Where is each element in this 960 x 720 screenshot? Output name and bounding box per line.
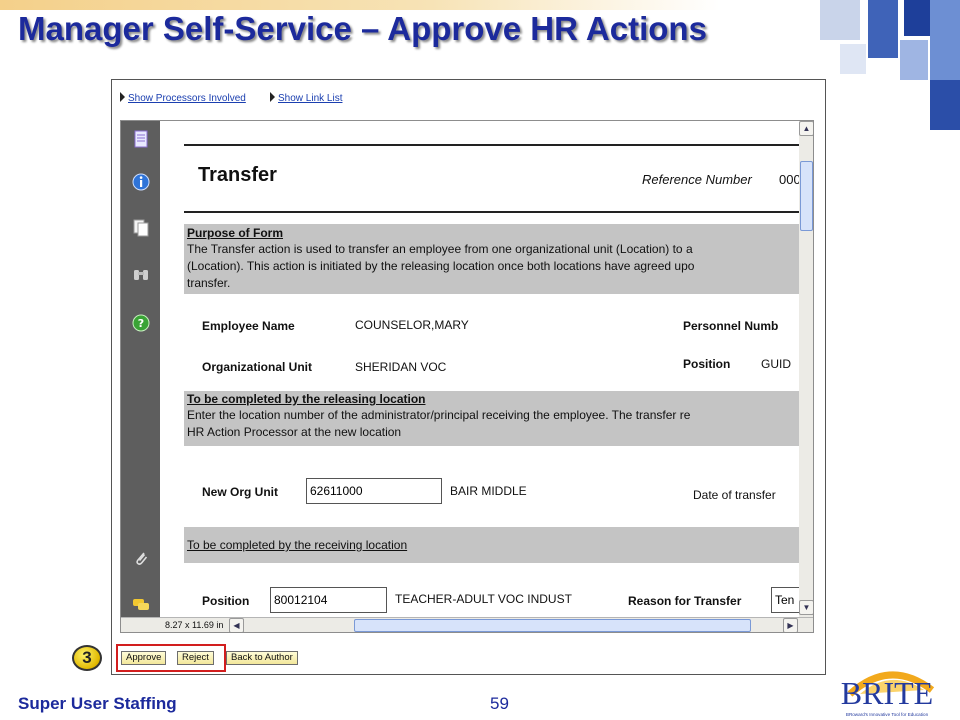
info-icon[interactable] <box>132 173 150 191</box>
pages-icon[interactable] <box>132 130 150 148</box>
vertical-scroll-thumb[interactable] <box>800 161 813 231</box>
purpose-title: Purpose of Form <box>187 226 284 240</box>
hr-action-window: Show Processors Involved Show Link List <box>111 79 826 675</box>
horizontal-scrollbar[interactable]: 8.27 x 11.69 in ◀ ▶ <box>121 617 813 632</box>
pdf-viewer: ? Transfer Reference Number 000 Purpose … <box>120 120 814 633</box>
reference-number-label: Reference Number <box>642 172 752 187</box>
show-link-list-label: Show Link List <box>278 93 343 104</box>
reason-for-transfer-field[interactable]: Ten <box>771 587 799 613</box>
personnel-number-label: Personnel Numb <box>683 319 779 333</box>
horizontal-scroll-track[interactable]: ◀ ▶ <box>229 618 799 632</box>
reference-number-value: 000 <box>779 172 799 187</box>
date-of-transfer-label: Date of transfer <box>693 488 776 502</box>
help-icon[interactable]: ? <box>132 314 150 332</box>
brite-logo: BRITE BRoward's Innovative Tool for Educ… <box>841 671 935 717</box>
show-processors-label: Show Processors Involved <box>128 93 246 104</box>
footer-page-number: 59 <box>490 694 509 713</box>
reason-for-transfer-label: Reason for Transfer <box>628 594 742 608</box>
svg-text:?: ? <box>138 317 144 330</box>
employee-name-value: COUNSELOR,MARY <box>355 318 469 332</box>
comments-icon[interactable] <box>132 596 150 614</box>
scroll-right-arrow-icon[interactable]: ▶ <box>783 618 798 632</box>
new-org-unit-field[interactable]: 62611000 <box>306 478 442 504</box>
form-document-page: Transfer Reference Number 000 Purpose of… <box>160 121 799 617</box>
approve-reject-highlight: Approve Reject <box>116 644 226 672</box>
purpose-line-1: The Transfer action is used to transfer … <box>187 242 693 256</box>
releasing-line-2: HR Action Processor at the new location <box>187 425 402 439</box>
scroll-left-arrow-icon[interactable]: ◀ <box>229 618 244 632</box>
footer-course-title: Super User Staffing <box>18 694 177 713</box>
show-link-list-link[interactable]: Show Link List <box>270 92 342 104</box>
position-label: Position <box>202 594 250 608</box>
scroll-down-arrow-icon[interactable]: ▼ <box>799 600 813 615</box>
form-heading-rule <box>184 211 799 213</box>
logo-text: BRITE <box>841 675 933 711</box>
approve-button[interactable]: Approve <box>121 651 167 665</box>
new-org-unit-label: New Org Unit <box>202 485 279 499</box>
new-org-unit-name: BAIR MIDDLE <box>450 484 527 498</box>
purpose-line-3: transfer. <box>187 276 231 290</box>
step-number-badge: 3 <box>72 645 102 671</box>
slide-title: Manager Self-Service – Approve HR Action… <box>18 10 707 47</box>
expand-triangle-icon <box>270 92 275 102</box>
document-copy-icon[interactable] <box>132 219 150 237</box>
expand-triangle-icon <box>120 92 125 102</box>
position-number-field[interactable]: 80012104 <box>270 587 387 613</box>
releasing-line-1: Enter the location number of the adminis… <box>187 408 691 422</box>
horizontal-scroll-thumb[interactable] <box>354 619 751 632</box>
reject-button[interactable]: Reject <box>177 651 214 665</box>
logo-tagline: BRoward's Innovative Tool for Education <box>846 712 929 717</box>
org-unit-value: SHERIDAN VOC <box>355 360 447 374</box>
scroll-up-arrow-icon[interactable]: ▲ <box>799 121 813 136</box>
form-heading: Transfer <box>198 164 277 186</box>
form-top-rule <box>184 144 799 146</box>
show-processors-link[interactable]: Show Processors Involved <box>120 92 246 104</box>
org-unit-label: Organizational Unit <box>202 360 313 374</box>
position-label-top: Position <box>683 357 731 371</box>
employee-name-label: Employee Name <box>202 319 295 333</box>
back-to-author-button[interactable]: Back to Author <box>226 651 298 665</box>
binoculars-icon[interactable] <box>132 265 150 283</box>
viewer-sidebar: ? <box>121 121 160 617</box>
purpose-line-2: (Location). This action is initiated by … <box>187 259 695 273</box>
position-value-top: GUID <box>761 357 791 371</box>
vertical-scrollbar[interactable]: ▲ ▼ <box>799 121 813 617</box>
releasing-title: To be completed by the releasing locatio… <box>187 392 426 406</box>
attachment-paperclip-icon[interactable] <box>132 549 150 567</box>
page-size-readout: 8.27 x 11.69 in <box>165 620 224 630</box>
receiving-title: To be completed by the receiving locatio… <box>187 538 408 552</box>
position-name: TEACHER-ADULT VOC INDUST <box>395 592 572 606</box>
